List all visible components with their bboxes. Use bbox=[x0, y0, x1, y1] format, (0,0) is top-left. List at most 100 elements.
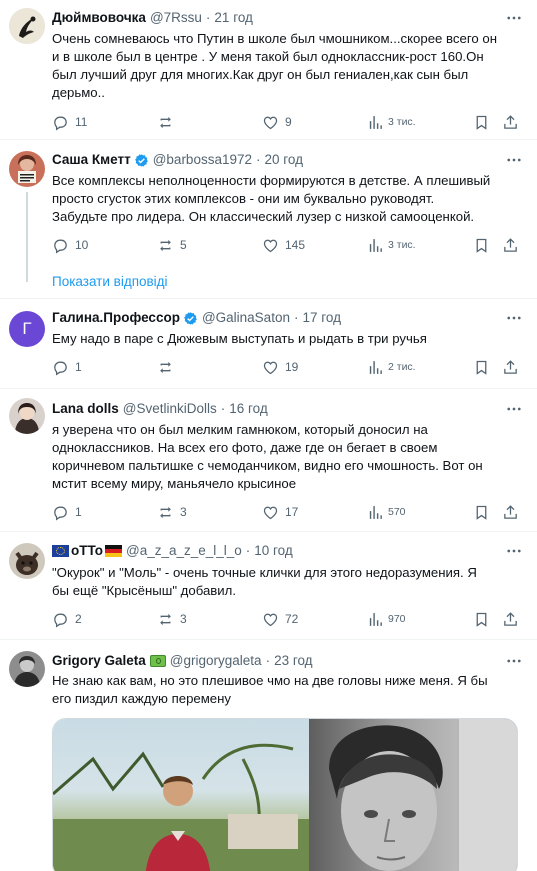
photo-young-man-palms[interactable] bbox=[53, 719, 309, 871]
avatar[interactable] bbox=[9, 8, 45, 44]
more-icon[interactable] bbox=[505, 151, 523, 169]
author-handle[interactable]: @a_z_a_z_e_l_l_o bbox=[126, 541, 242, 561]
tweet-1[interactable]: Дюймвовочка @7Rssu · 21 год Очень сомнев… bbox=[0, 0, 537, 138]
bookmark-button[interactable] bbox=[473, 357, 490, 377]
reply-icon bbox=[54, 613, 67, 627]
reply-button[interactable]: 1 bbox=[52, 357, 82, 377]
verified-badge-icon bbox=[134, 153, 148, 167]
reply-count: 10 bbox=[75, 238, 89, 252]
retweet-button[interactable]: 5 bbox=[157, 235, 187, 255]
tweet-text: Ему надо в паре с Дюжевым выступать и ры… bbox=[52, 331, 427, 346]
author-name[interactable]: Галина.Профессор bbox=[52, 308, 180, 328]
author-handle[interactable]: @barbossa1972 bbox=[153, 150, 252, 170]
tweet-media[interactable] bbox=[52, 718, 518, 871]
author-name[interactable]: Дюймвовочка bbox=[52, 8, 146, 28]
separator-dot: · bbox=[220, 401, 226, 416]
reply-icon bbox=[54, 116, 67, 130]
timestamp[interactable]: 17 год bbox=[302, 308, 340, 328]
heart-icon bbox=[263, 361, 278, 374]
author-handle[interactable]: @GalinaSaton bbox=[202, 308, 290, 328]
author-handle[interactable]: @grigorygaleta bbox=[170, 651, 262, 671]
author-handle[interactable]: @SvetlinkiDolls bbox=[123, 399, 217, 419]
views-chart-icon bbox=[369, 360, 382, 374]
share-button[interactable] bbox=[502, 357, 519, 377]
photo-illustration bbox=[53, 743, 309, 871]
like-count: 19 bbox=[285, 360, 299, 374]
timestamp[interactable]: 20 год bbox=[265, 150, 303, 170]
timestamp[interactable]: 10 год bbox=[254, 541, 292, 561]
bookmark-icon bbox=[476, 115, 487, 130]
separator-dot: · bbox=[245, 543, 251, 558]
share-icon bbox=[504, 611, 517, 626]
share-button[interactable] bbox=[502, 502, 519, 522]
like-count: 145 bbox=[285, 238, 306, 252]
bookmark-button[interactable] bbox=[473, 502, 490, 522]
more-icon[interactable] bbox=[505, 309, 523, 327]
share-button[interactable] bbox=[502, 112, 519, 132]
author-handle[interactable]: @7Rssu bbox=[150, 8, 202, 28]
more-icon[interactable] bbox=[505, 400, 523, 418]
like-button[interactable]: 72 bbox=[262, 609, 298, 629]
reply-button[interactable]: 10 bbox=[52, 235, 88, 255]
bookmark-icon bbox=[476, 360, 487, 375]
retweet-button[interactable]: 3 bbox=[157, 502, 187, 522]
reply-button[interactable]: 11 bbox=[52, 112, 87, 132]
avatar[interactable] bbox=[9, 151, 45, 187]
bookmark-button[interactable] bbox=[473, 112, 490, 132]
timestamp[interactable]: 16 год bbox=[229, 399, 267, 419]
avatar[interactable] bbox=[9, 543, 45, 579]
timestamp[interactable]: 23 год bbox=[274, 651, 312, 671]
views-button[interactable]: 2 тис. bbox=[367, 357, 416, 377]
like-button[interactable]: 145 bbox=[262, 235, 305, 255]
timestamp[interactable]: 21 год bbox=[214, 8, 252, 28]
action-bar: 1 19 2 тис. bbox=[52, 357, 522, 377]
author-name[interactable]: oTTo bbox=[71, 541, 103, 561]
tweet-5[interactable]: oTTo @a_z_a_z_e_l_l_o · 10 год "Окурок" … bbox=[0, 532, 537, 639]
de-flag-icon bbox=[104, 545, 122, 557]
reply-button[interactable]: 2 bbox=[52, 609, 82, 629]
like-button[interactable]: 19 bbox=[262, 357, 298, 377]
retweet-button[interactable] bbox=[157, 112, 180, 132]
like-button[interactable]: 9 bbox=[262, 112, 292, 132]
tweet-text: я уверена что он был мелким гамнюком, ко… bbox=[52, 422, 483, 491]
bookmark-icon bbox=[476, 505, 487, 520]
heart-icon bbox=[263, 239, 278, 252]
tweet-4[interactable]: Lana dolls @SvetlinkiDolls · 16 год я ув… bbox=[0, 389, 537, 531]
share-button[interactable] bbox=[502, 235, 519, 255]
more-icon[interactable] bbox=[505, 9, 523, 27]
show-replies-link[interactable]: Показати відповіді bbox=[52, 273, 168, 291]
share-icon bbox=[504, 504, 517, 519]
tweet-text: Все комплексы неполноценности формируютс… bbox=[52, 173, 491, 224]
share-button[interactable] bbox=[502, 609, 519, 629]
avatar[interactable]: Г bbox=[9, 311, 45, 347]
views-button[interactable]: 3 тис. bbox=[367, 112, 416, 132]
retweet-button[interactable]: 3 bbox=[157, 609, 187, 629]
action-bar: 11 9 3 тис. bbox=[52, 112, 522, 132]
author-name[interactable]: Grigory Galeta bbox=[52, 651, 146, 671]
tweet-3[interactable]: Г Галина.Профессор @GalinaSaton · 17 год… bbox=[0, 299, 537, 387]
heart-icon bbox=[263, 613, 278, 626]
reply-button[interactable]: 1 bbox=[52, 502, 82, 522]
reply-count: 11 bbox=[75, 115, 88, 129]
avatar[interactable] bbox=[9, 651, 45, 687]
like-count: 9 bbox=[285, 115, 292, 129]
views-button[interactable]: 970 bbox=[367, 609, 406, 629]
heart-icon bbox=[263, 116, 278, 129]
views-button[interactable]: 3 тис. bbox=[367, 235, 416, 255]
avatar[interactable] bbox=[9, 398, 45, 434]
views-button[interactable]: 570 bbox=[367, 502, 406, 522]
photo-boy-portrait[interactable] bbox=[309, 719, 517, 871]
bookmark-button[interactable] bbox=[473, 235, 490, 255]
author-name[interactable]: Саша Кметт bbox=[52, 150, 131, 170]
reply-icon bbox=[54, 239, 67, 253]
more-icon[interactable] bbox=[505, 652, 523, 670]
tweet-header: Grigory Galeta @grigorygaleta · 23 год bbox=[52, 651, 313, 671]
like-button[interactable]: 17 bbox=[262, 502, 298, 522]
author-name[interactable]: Lana dolls bbox=[52, 399, 119, 419]
bookmark-button[interactable] bbox=[473, 609, 490, 629]
retweet-button[interactable] bbox=[157, 357, 180, 377]
views-chart-icon bbox=[369, 115, 382, 129]
share-icon bbox=[504, 237, 517, 252]
more-icon[interactable] bbox=[505, 542, 523, 560]
avatar-image bbox=[9, 543, 45, 579]
